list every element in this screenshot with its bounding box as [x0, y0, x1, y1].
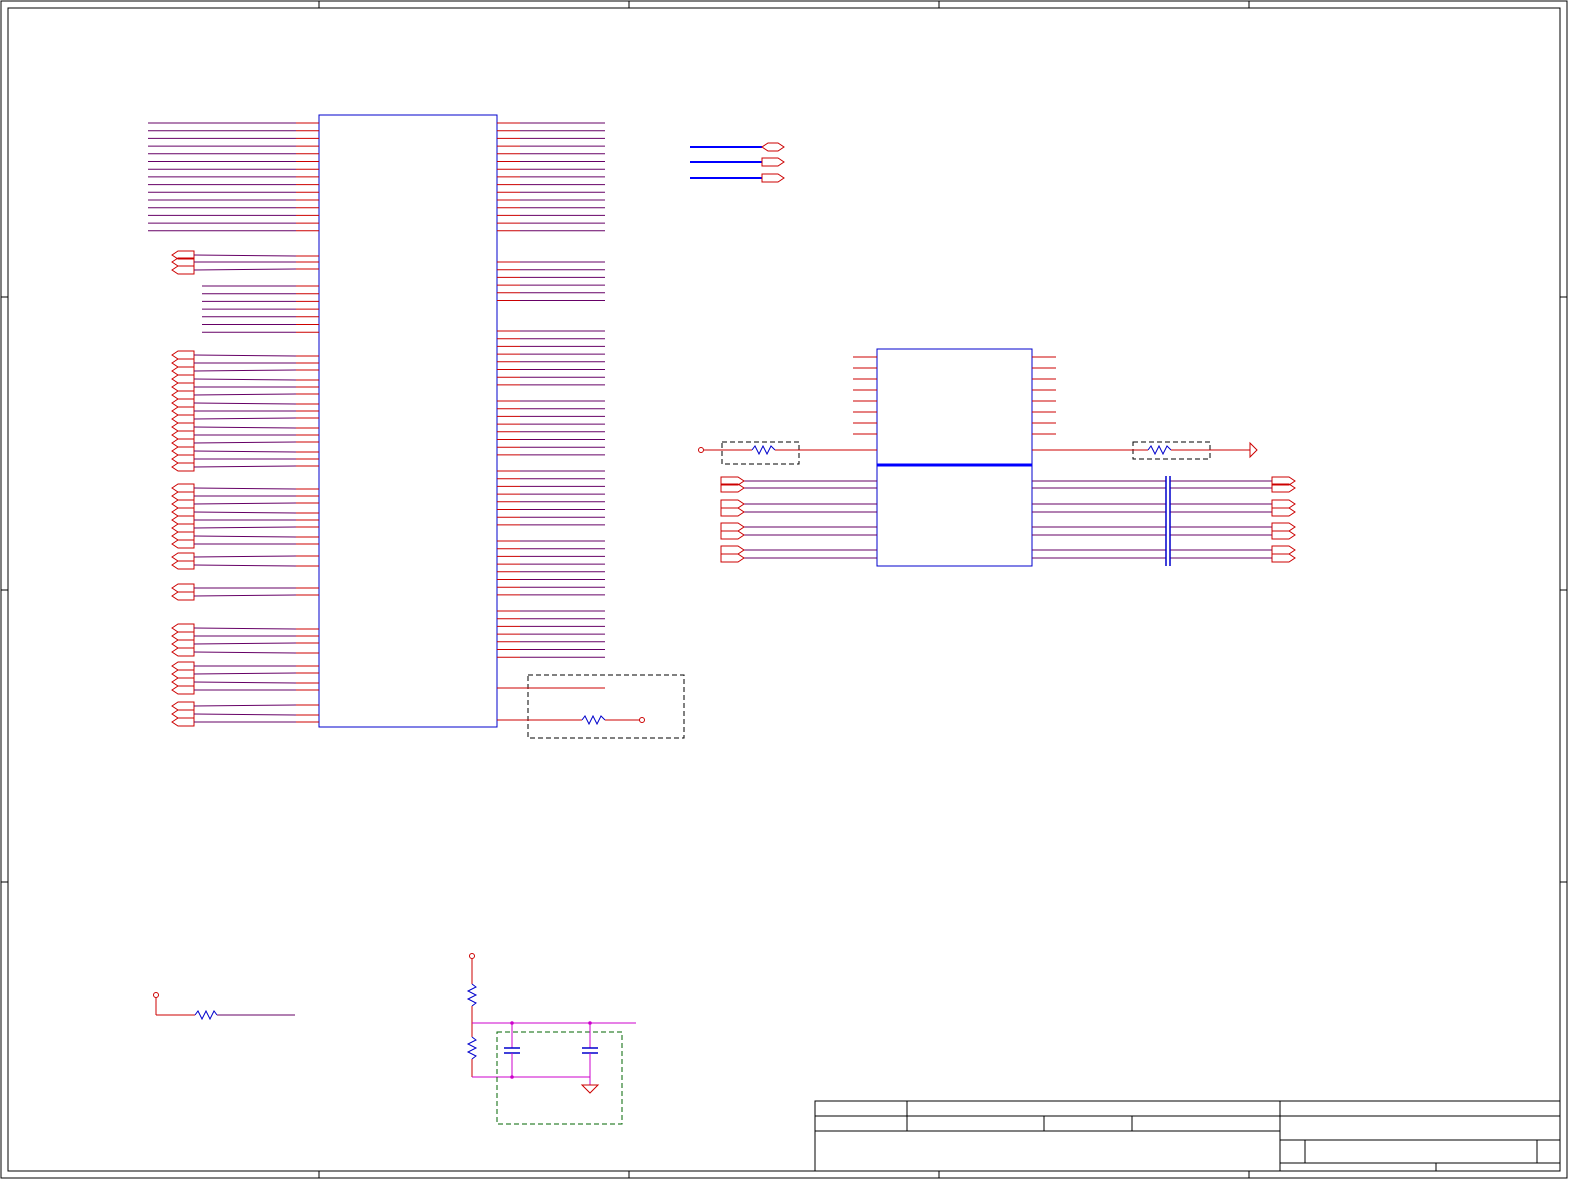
off-page-port-icon	[171, 531, 195, 541]
net-wire	[193, 564, 297, 567]
net-wire	[193, 651, 297, 654]
off-page-port-icon	[171, 623, 195, 633]
off-page-port-icon	[171, 552, 195, 562]
off-page-port-icon	[171, 677, 195, 687]
off-page-port-icon	[171, 560, 195, 570]
diff-port-icon	[720, 553, 745, 563]
decoupling-group-box	[496, 1031, 623, 1125]
off-page-port-icon	[171, 647, 195, 657]
off-page-port-icon	[171, 454, 195, 464]
net-wire	[193, 426, 297, 429]
net-wire	[193, 369, 297, 372]
off-page-port-icon	[171, 717, 195, 727]
net-wire	[193, 555, 297, 558]
off-page-port-icon	[171, 414, 195, 424]
off-page-port-icon	[171, 661, 195, 671]
net-wire	[193, 254, 297, 257]
diff-port-icon	[1271, 522, 1296, 532]
off-page-port-icon	[171, 374, 195, 384]
off-page-port-icon	[171, 709, 195, 719]
secondary-ic-pins	[853, 356, 1056, 435]
termination-resistor	[581, 714, 606, 726]
diff-port-icon	[720, 507, 745, 517]
diff-port-icon	[1271, 545, 1296, 555]
off-page-port-icon	[171, 390, 195, 400]
diff-port-icon	[1271, 530, 1296, 540]
net-wire	[193, 417, 297, 420]
off-page-port-icon	[171, 446, 195, 456]
off-page-port-icon	[171, 515, 195, 525]
off-page-port-icon	[171, 685, 195, 695]
off-page-port-icon	[171, 591, 195, 601]
net-wire	[193, 526, 297, 529]
net-wire	[193, 354, 297, 357]
net-wire	[193, 704, 297, 707]
signal-arrow-icon	[1249, 441, 1258, 459]
off-page-port-icon	[171, 366, 195, 376]
main-ic-right-pins	[497, 122, 605, 658]
right-series-resistor	[1032, 441, 1258, 460]
diff-port-icon	[720, 530, 745, 540]
main-ic-body	[318, 114, 498, 728]
off-page-port-icon	[171, 583, 195, 593]
net-wire	[193, 594, 297, 597]
diff-port-icon	[720, 499, 745, 509]
diff-port-icon	[720, 545, 745, 555]
net-wire	[193, 672, 297, 675]
off-page-port-icon	[171, 358, 195, 368]
diff-port-icon	[720, 522, 745, 532]
off-page-port-icon	[171, 350, 195, 360]
diff-port-icon	[1271, 553, 1296, 563]
off-page-port-icon	[171, 438, 195, 448]
differential-pairs	[720, 476, 1296, 566]
off-page-port-icon	[171, 483, 195, 493]
schematic-sheet	[0, 0, 1568, 1179]
termination-group-box	[527, 674, 685, 739]
off-page-port-icon	[171, 382, 195, 392]
off-page-port-icon	[171, 523, 195, 533]
net-wire	[193, 681, 297, 684]
title-block	[814, 1100, 1561, 1172]
off-page-port-icon	[171, 669, 195, 679]
off-page-port-icon	[171, 406, 195, 416]
net-wire	[193, 642, 297, 645]
net-wire	[193, 393, 297, 396]
net-wire	[193, 487, 297, 490]
off-page-port-icon	[171, 398, 195, 408]
net-wire	[193, 450, 297, 453]
diff-port-icon	[1271, 507, 1296, 517]
net-wire	[193, 627, 297, 630]
main-ic-left-pins	[148, 122, 319, 333]
net-wire	[193, 378, 297, 381]
off-page-port-icon	[171, 639, 195, 649]
off-page-port-icon	[171, 430, 195, 440]
off-page-port-icon	[171, 499, 195, 509]
off-page-port-icon	[171, 462, 195, 472]
off-page-port-icon	[171, 539, 195, 549]
off-page-port-icon	[171, 631, 195, 641]
main-ic-left-ports	[171, 250, 319, 727]
net-wire	[193, 465, 297, 468]
net-wire	[193, 402, 297, 405]
off-page-port-icon	[171, 701, 195, 711]
off-page-port-icon	[171, 507, 195, 517]
left-series-resistor	[698, 441, 877, 465]
diff-port-icon	[1271, 499, 1296, 509]
off-page-port-icon	[171, 491, 195, 501]
secondary-ic	[876, 348, 1033, 567]
ground-icon	[580, 1084, 600, 1094]
net-wire	[193, 502, 297, 505]
termination-rail-dot	[639, 717, 645, 723]
net-wire	[193, 713, 297, 716]
top-bus-ports	[690, 142, 785, 183]
net-wire	[193, 511, 297, 514]
net-wire	[193, 268, 297, 271]
voltage-divider-network	[466, 953, 636, 1125]
net-wire	[193, 441, 297, 444]
pullup-resistor-left	[153, 992, 295, 1021]
off-page-port-icon	[171, 265, 195, 275]
off-page-port-icon	[171, 422, 195, 432]
net-wire	[193, 535, 297, 538]
